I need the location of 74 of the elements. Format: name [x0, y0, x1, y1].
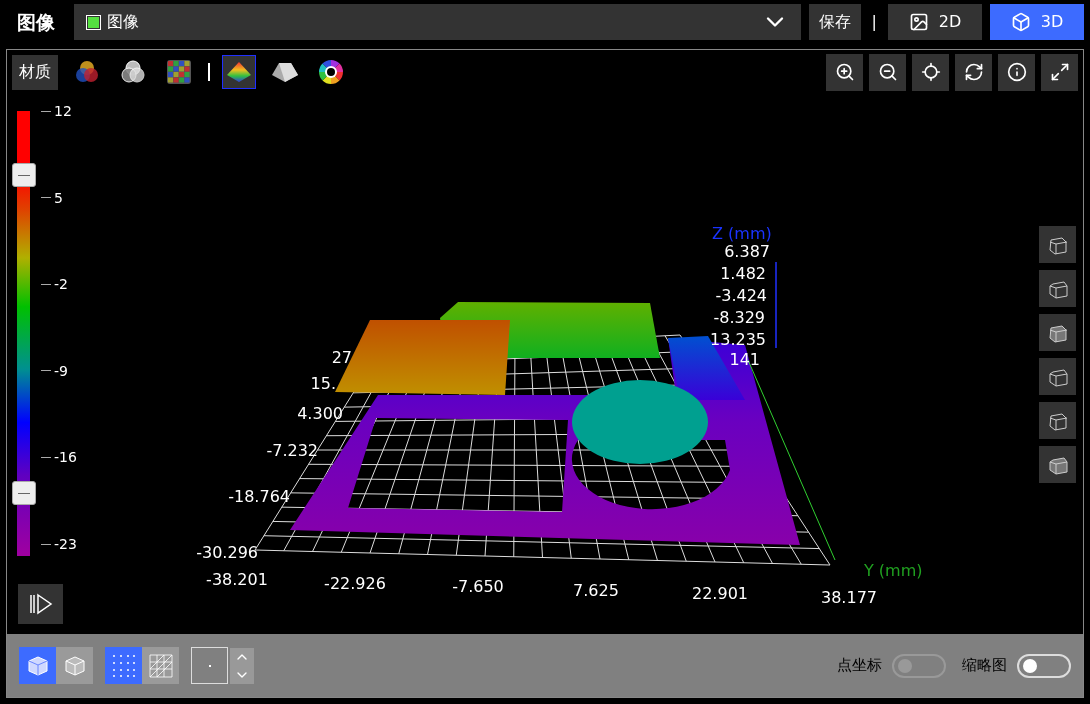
material-button[interactable]: 材质	[12, 54, 58, 90]
source-label: 图像	[107, 11, 140, 33]
toggle-label: 缩略图	[962, 655, 1007, 677]
axis-tick-label: -7.232	[266, 443, 318, 459]
axis-tick-label: 22.901	[692, 586, 748, 602]
view-preset-button[interactable]	[1039, 314, 1076, 351]
axis-tick-label: 27	[331, 350, 352, 366]
axis-tick-label: -8.329	[713, 310, 765, 326]
scale-tick-label: -9	[41, 363, 68, 378]
play-button[interactable]	[18, 584, 63, 624]
zoom-out-icon	[877, 62, 898, 82]
axis-tick-label: 7.625	[573, 583, 619, 599]
overlapping-circles-icon	[120, 59, 146, 85]
axis-tick-label: 15.	[310, 376, 336, 392]
beveled-pyramid-icon	[271, 60, 299, 84]
source-dropdown[interactable]: 图像	[74, 4, 801, 40]
axis-tick-label: -18.764	[228, 489, 290, 505]
refresh-icon	[963, 62, 984, 82]
axis-tick-label: -30.296	[196, 545, 258, 561]
source-checkbox[interactable]	[86, 14, 101, 30]
axis-tick-label: 4.300	[297, 406, 343, 422]
save-button[interactable]: 保存	[808, 4, 861, 40]
zoom-in-button[interactable]	[826, 53, 863, 91]
point-mode-button[interactable]	[105, 647, 142, 684]
mesh-grid-icon	[147, 652, 174, 679]
mosaic-icon	[166, 59, 192, 85]
reset-view-button[interactable]	[955, 53, 992, 91]
solid-cube-icon	[26, 654, 49, 677]
zoom-in-icon	[834, 62, 855, 82]
toggle-label: 点坐标	[837, 655, 882, 677]
render-mode-button[interactable]	[19, 647, 56, 684]
axis-tick-label: 6.387	[724, 244, 770, 260]
wire-cube-icon	[63, 654, 86, 677]
cube-icon	[1010, 12, 1031, 32]
dot-grid-icon	[110, 652, 137, 679]
range-thumb[interactable]	[12, 163, 36, 187]
view-preset-button[interactable]	[1039, 226, 1076, 263]
view-preset-button[interactable]	[1039, 402, 1076, 439]
axis-tick-label: 38.177	[821, 590, 877, 606]
scale-tick-label: 12	[41, 104, 72, 118]
separator-glyph: |	[870, 11, 878, 33]
axis-tick-label: -22.926	[324, 576, 386, 592]
image-icon	[908, 12, 929, 32]
scale-tick-label: 5	[41, 190, 63, 205]
color-mode-button[interactable]	[222, 55, 256, 89]
panel-title: 图像	[16, 9, 56, 35]
point-size-field[interactable]	[191, 647, 228, 684]
fullscreen-button[interactable]	[1041, 53, 1078, 91]
info-icon	[1006, 62, 1027, 82]
view-mode-tab[interactable]: 3D	[990, 4, 1084, 40]
view-preset-button[interactable]	[1039, 446, 1076, 483]
info-button[interactable]	[998, 53, 1035, 91]
axis-tick-label: -7.650	[452, 579, 504, 595]
axis-title: Y (mm)	[864, 563, 923, 579]
range-thumb[interactable]	[12, 481, 36, 505]
axis-tick-label: 1.482	[720, 266, 766, 282]
pyramid-icon	[226, 60, 252, 84]
play-icon	[28, 593, 53, 615]
axis-tick-label: 13.235	[710, 332, 766, 348]
view-preset-button[interactable]	[1039, 358, 1076, 395]
scale-tick-label: -23	[41, 537, 77, 551]
view-mode-tab[interactable]: 2D	[888, 4, 982, 40]
crosshair-icon	[920, 62, 941, 82]
expand-icon	[1049, 62, 1070, 82]
venn-circles-icon	[74, 59, 100, 85]
axis-title: Z (mm)	[712, 226, 772, 242]
axis-tick-label: -3.424	[715, 288, 767, 304]
center-view-button[interactable]	[912, 53, 949, 91]
axis-tick-label: -38.201	[206, 572, 268, 588]
view-preset-button[interactable]	[1039, 270, 1076, 307]
zoom-out-button[interactable]	[869, 53, 906, 91]
scale-tick-label: -2	[41, 277, 68, 292]
color-wheel-icon	[318, 59, 344, 85]
scale-tick-label: -16	[41, 450, 77, 465]
